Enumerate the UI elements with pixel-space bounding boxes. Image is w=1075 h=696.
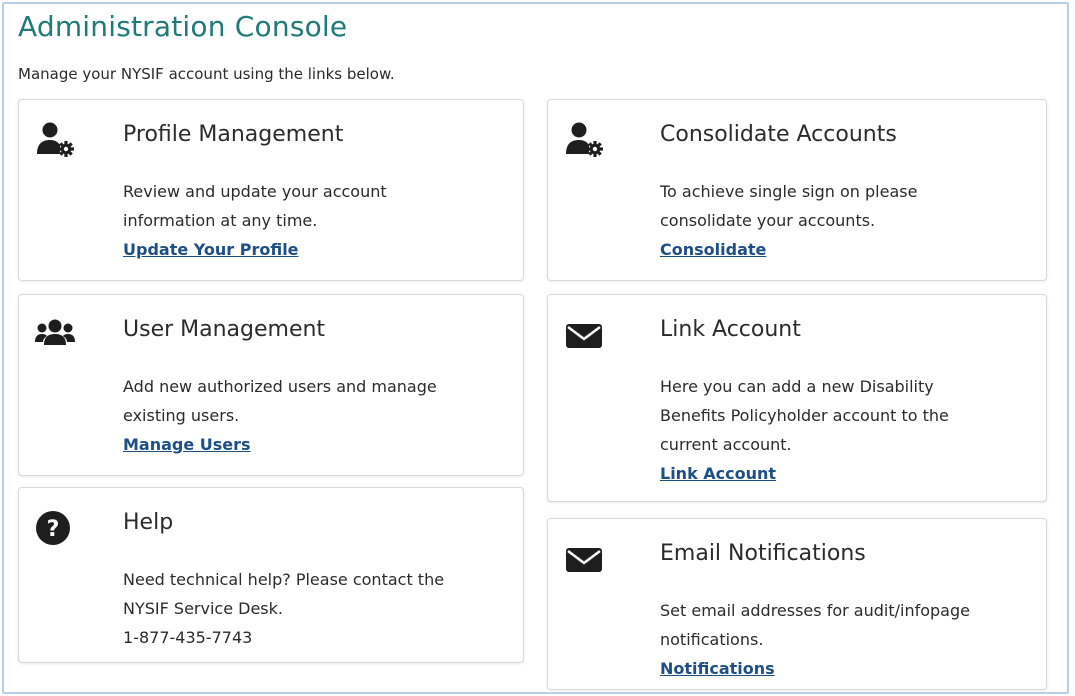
card-title: Link Account	[660, 317, 801, 342]
description-line: existing users.	[123, 406, 240, 425]
description-line: current account.	[660, 435, 792, 454]
description-line: notifications.	[660, 630, 764, 649]
description-line: Here you can add a new Disability	[660, 377, 934, 396]
card-title: User Management	[123, 317, 326, 342]
card-description: Need technical help? Please contact the …	[123, 565, 513, 652]
description-line: Benefits Policyholder account to the	[660, 406, 949, 425]
user-gear-icon	[35, 120, 75, 160]
description-line: Review and update your account	[123, 182, 387, 201]
user-gear-icon	[564, 120, 604, 160]
description-line: NYSIF Service Desk.	[123, 599, 283, 618]
consolidate-link[interactable]: Consolidate	[660, 235, 766, 264]
question-circle-icon: ?	[35, 508, 75, 548]
manage-users-link[interactable]: Manage Users	[123, 430, 251, 459]
card-title: Profile Management	[123, 122, 344, 147]
user-management-card: User Management Add new authorized users…	[18, 294, 524, 476]
notifications-link[interactable]: Notifications	[660, 654, 775, 683]
card-title: Consolidate Accounts	[660, 122, 897, 147]
users-icon	[35, 315, 75, 355]
description-line: Need technical help? Please contact the	[123, 570, 445, 589]
envelope-icon	[564, 315, 604, 355]
card-title: Email Notifications	[660, 541, 866, 566]
description-line: information at any time.	[123, 211, 318, 230]
link-account-link[interactable]: Link Account	[660, 459, 776, 488]
link-account-card: Link Account Here you can add a new Disa…	[547, 294, 1047, 502]
envelope-icon	[564, 539, 604, 579]
card-description: Review and update your account informati…	[123, 177, 513, 264]
card-description: Add new authorized users and manage exis…	[123, 372, 513, 459]
page-subtitle: Manage your NYSIF account using the link…	[18, 65, 395, 83]
description-line: Set email addresses for audit/infopage	[660, 601, 970, 620]
card-title: Help	[123, 510, 174, 535]
description-line: To achieve single sign on please	[660, 182, 918, 201]
help-card: ? Help Need technical help? Please conta…	[18, 487, 524, 663]
page-title: Administration Console	[18, 10, 348, 43]
card-description: To achieve single sign on please consoli…	[660, 177, 1050, 264]
description-line: Add new authorized users and manage	[123, 377, 437, 396]
description-line: consolidate your accounts.	[660, 211, 876, 230]
email-notifications-card: Email Notifications Set email addresses …	[547, 518, 1047, 690]
card-description: Set email addresses for audit/infopage n…	[660, 596, 1050, 683]
admin-console-frame: Administration Console Manage your NYSIF…	[2, 2, 1069, 694]
update-profile-link[interactable]: Update Your Profile	[123, 235, 299, 264]
profile-management-card: Profile Management Review and update you…	[18, 99, 524, 281]
card-description: Here you can add a new Disability Benefi…	[660, 372, 1050, 488]
svg-text:?: ?	[47, 517, 60, 542]
consolidate-accounts-card: Consolidate Accounts To achieve single s…	[547, 99, 1047, 281]
service-desk-phone: 1-877-435-7743	[123, 628, 253, 647]
